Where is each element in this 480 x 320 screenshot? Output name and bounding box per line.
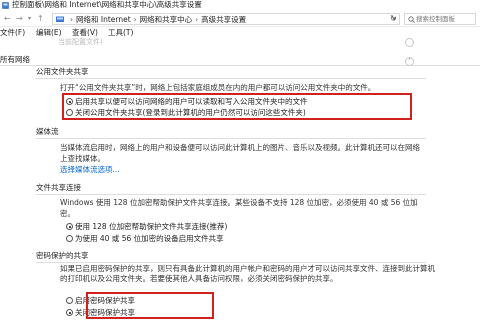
menu-edit[interactable]: 编辑(E) (36, 27, 62, 38)
menu-view[interactable]: 查看(V) (72, 27, 98, 38)
breadcrumb-item[interactable]: 高级共享设置 (201, 15, 246, 24)
divider (36, 262, 426, 263)
radio-unselected-icon[interactable] (66, 235, 73, 242)
section-title-media-streaming: 媒体流 (36, 127, 59, 136)
address-row: ← → ▾ ↑ › 网络和 Internet › 网络和共享中心 › 高级共享设置 ▾ ↻ (0, 11, 480, 27)
control-panel-icon (2, 2, 9, 9)
search-icon (408, 16, 415, 23)
menu-bar: 文件(F) 编辑(E) 查看(V) 工具(T) (0, 27, 480, 38)
collapse-icon[interactable]: ˄ (405, 57, 414, 66)
divider (36, 78, 426, 79)
option-label: 使用 128 位加密帮助保护文件共享连接(推荐) (75, 222, 228, 231)
highlight-box (86, 292, 214, 319)
breadcrumb-item[interactable]: 网络和 Internet (76, 15, 131, 24)
radio-unselected-icon[interactable] (66, 297, 73, 304)
search-input[interactable] (416, 14, 474, 24)
divider (36, 194, 426, 195)
window-title: 控制面板\网络和 Internet\网络和共享中心\高级共享设置 (12, 0, 202, 9)
divider (36, 138, 426, 139)
breadcrumb: › 网络和 Internet › 网络和共享中心 › 高级共享设置 (67, 14, 246, 25)
menu-tools[interactable]: 工具(T) (108, 27, 133, 38)
password-description: 如果已启用密码保护的共享，则只有具备此计算机的用户帐户和密码的用户才可以访问共享… (60, 264, 435, 283)
breadcrumb-separator-icon: › (133, 15, 137, 24)
up-arrow-icon[interactable]: ↑ (37, 14, 44, 24)
recent-dropdown-icon[interactable]: ▾ (28, 14, 31, 24)
option-label: 为使用 40 或 56 位加密的设备启用文件共享 (75, 234, 224, 243)
faded-profile-text: 当前配置文件) (58, 38, 103, 46)
radio-selected-icon[interactable] (66, 309, 73, 316)
breadcrumb-separator-icon: › (195, 15, 199, 24)
menu-file[interactable]: 文件(F) (0, 27, 25, 38)
highlight-box (62, 93, 412, 120)
media-options-link[interactable]: 选择媒体流选项... (60, 165, 120, 175)
search-box[interactable] (404, 13, 476, 25)
group-heading-all-networks: 所有网络 (0, 55, 30, 64)
breadcrumb-item[interactable]: 网络和共享中心 (140, 15, 193, 24)
address-bar[interactable]: › 网络和 Internet › 网络和共享中心 › 高级共享设置 ▾ (52, 13, 400, 25)
file-sharing-description: Windows 使用 128 位加密帮助保护文件共享连接。某些设备不支持 128… (60, 198, 418, 218)
title-bar: 控制面板\网络和 Internet\网络和共享中心\高级共享设置 (0, 0, 480, 11)
radio-selected-icon[interactable] (66, 223, 73, 230)
section-title-file-sharing: 文件共享连接 (36, 183, 81, 192)
section-title-password-sharing: 密码保护的共享 (36, 251, 89, 260)
media-description: 当媒体流启用时，网络上的用户和设备便可以访问此计算机上的图片、音乐以及视频。此计… (60, 143, 420, 163)
breadcrumb-separator-icon: › (70, 15, 73, 24)
section-title-public-folder: 公用文件夹共享 (36, 67, 89, 76)
refresh-icon[interactable]: ↻ (390, 14, 397, 23)
collapse-icon[interactable] (405, 38, 414, 47)
back-arrow-icon[interactable]: ← (4, 14, 11, 24)
public-folder-description: 打开“公用文件夹共享”时，网络上包括家庭组成员在内的用户都可以访问公用文件夹中的… (60, 83, 376, 92)
radio-128bit-encryption[interactable]: 使用 128 位加密帮助保护文件共享连接(推荐) (66, 222, 227, 232)
control-panel-folder-icon (56, 16, 64, 22)
radio-40-56bit-encryption[interactable]: 为使用 40 或 56 位加密的设备启用文件共享 (66, 234, 224, 244)
forward-arrow-icon[interactable]: → (16, 14, 23, 24)
